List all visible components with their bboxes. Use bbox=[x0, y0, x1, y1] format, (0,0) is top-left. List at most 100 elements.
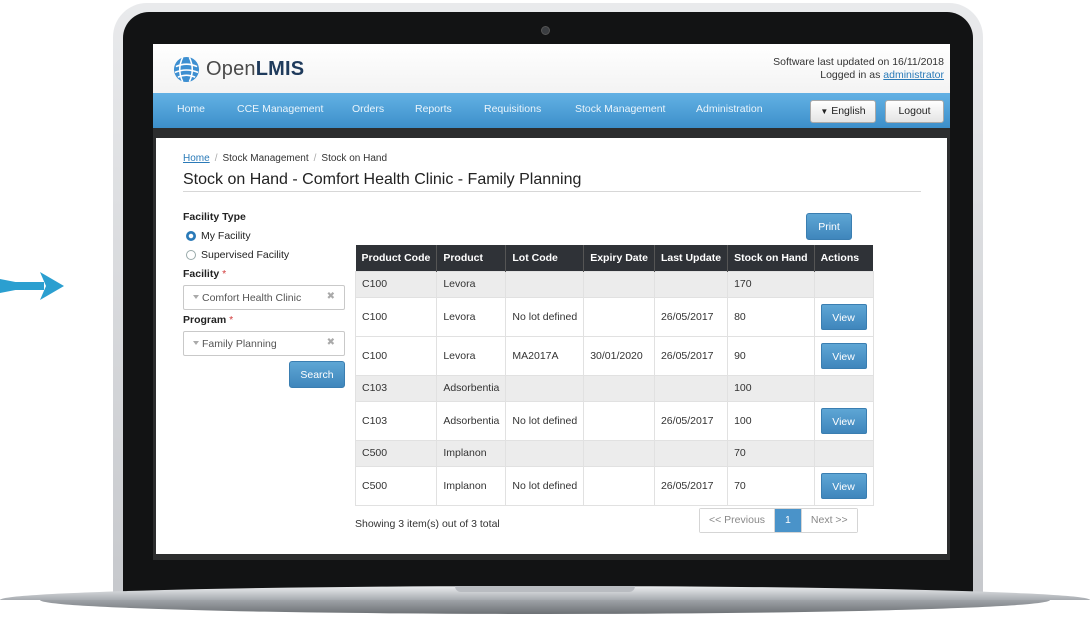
program-label: Program * bbox=[183, 314, 234, 326]
cell-expiry-date bbox=[583, 270, 655, 298]
cell-last-update bbox=[653, 374, 729, 402]
program-select[interactable]: Family Planning ✖ bbox=[183, 331, 345, 356]
logout-button[interactable]: Logout bbox=[885, 100, 944, 123]
cell-product-code: C100 bbox=[354, 296, 438, 337]
cell-lot-code bbox=[505, 439, 585, 467]
cell-stock-on-hand: 100 bbox=[727, 400, 815, 441]
facility-label: Facility * bbox=[183, 268, 227, 280]
globe-logo-icon bbox=[173, 56, 200, 82]
search-button[interactable]: Search bbox=[289, 361, 345, 388]
navbar-divider bbox=[153, 128, 950, 138]
page-button-current[interactable]: 1 bbox=[774, 509, 801, 532]
caret-down-icon bbox=[193, 341, 199, 345]
radio-supervised-facility[interactable]: Supervised Facility bbox=[186, 249, 289, 261]
cell-product-code: C103 bbox=[354, 374, 438, 402]
radio-my-facility-label: My Facility bbox=[201, 230, 251, 242]
cell-product-code: C500 bbox=[354, 465, 438, 506]
view-button[interactable]: View bbox=[820, 303, 867, 330]
cell-actions bbox=[813, 374, 874, 402]
facility-select-value: Comfort Health Clinic bbox=[202, 292, 302, 304]
cell-lot-code bbox=[505, 374, 585, 402]
column-header: Expiry Date bbox=[583, 245, 655, 271]
radio-unchecked-icon bbox=[186, 250, 196, 260]
app-screen: OpenLMIS Software last updated on 16/11/… bbox=[153, 44, 950, 560]
pointer-arrow-icon bbox=[0, 272, 64, 300]
nav-item-reports[interactable]: Reports bbox=[415, 93, 452, 128]
logo-text: OpenLMIS bbox=[206, 57, 305, 80]
column-header: Last Update bbox=[654, 245, 729, 271]
table-row: C500 Implanon No lot defined 26/05/2017 … bbox=[354, 465, 874, 506]
breadcrumb-stock-on-hand: Stock on Hand bbox=[321, 153, 388, 164]
print-button[interactable]: Print bbox=[806, 213, 852, 240]
radio-supervised-facility-label: Supervised Facility bbox=[201, 249, 290, 261]
cell-stock-on-hand: 100 bbox=[727, 374, 815, 402]
cell-actions bbox=[813, 439, 874, 467]
facility-select[interactable]: Comfort Health Clinic ✖ bbox=[183, 285, 345, 310]
header-info: Software last updated on 16/11/2018 Logg… bbox=[773, 56, 944, 82]
table-row: C103 Adsorbentia 100 bbox=[354, 374, 874, 402]
cell-stock-on-hand: 70 bbox=[727, 439, 815, 467]
view-button[interactable]: View bbox=[820, 407, 867, 434]
previous-page-button[interactable]: << Previous bbox=[700, 509, 775, 532]
breadcrumb: Home / Stock Management / Stock on Hand bbox=[183, 153, 388, 164]
caret-down-icon: ▼ bbox=[820, 107, 829, 116]
cell-last-update bbox=[653, 439, 729, 467]
cell-actions: View bbox=[813, 296, 874, 337]
nav-item-stock-management[interactable]: Stock Management bbox=[575, 93, 665, 128]
cell-product-code: C103 bbox=[354, 400, 438, 441]
nav-item-requisitions[interactable]: Requisitions bbox=[484, 93, 541, 128]
cell-product: Levora bbox=[436, 335, 507, 376]
cell-expiry-date bbox=[583, 296, 655, 337]
cell-lot-code: MA2017A bbox=[505, 335, 585, 376]
cell-last-update: 26/05/2017 bbox=[653, 335, 729, 376]
language-label: English bbox=[831, 105, 866, 117]
column-header: Lot Code bbox=[505, 245, 585, 271]
cell-product: Adsorbentia bbox=[436, 400, 507, 441]
table-row: C103 Adsorbentia No lot defined 26/05/20… bbox=[354, 400, 874, 441]
table-row: C100 Levora No lot defined 26/05/2017 80… bbox=[354, 296, 874, 337]
nav-item-home[interactable]: Home bbox=[177, 93, 205, 128]
view-button[interactable]: View bbox=[820, 342, 867, 369]
cell-lot-code: No lot defined bbox=[505, 296, 585, 337]
pagination: << Previous 1 Next >> bbox=[699, 508, 858, 533]
cell-last-update: 26/05/2017 bbox=[653, 465, 729, 506]
view-button[interactable]: View bbox=[820, 472, 867, 499]
cell-lot-code: No lot defined bbox=[505, 465, 585, 506]
cell-expiry-date bbox=[583, 439, 655, 467]
page-title: Stock on Hand - Comfort Health Clinic - … bbox=[183, 171, 582, 188]
stock-on-hand-table: Product Code Product Lot Code Expiry Dat… bbox=[354, 245, 874, 506]
user-link[interactable]: administrator bbox=[883, 69, 944, 81]
table-row: C100 Levora MA2017A 30/01/2020 26/05/201… bbox=[354, 335, 874, 376]
laptop-notch bbox=[455, 586, 635, 592]
cell-actions: View bbox=[813, 400, 874, 441]
language-dropdown[interactable]: ▼ English bbox=[810, 100, 876, 123]
clear-icon[interactable]: ✖ bbox=[327, 337, 335, 348]
next-page-button[interactable]: Next >> bbox=[800, 509, 857, 532]
column-header: Stock on Hand bbox=[727, 245, 815, 271]
cell-last-update: 26/05/2017 bbox=[653, 400, 729, 441]
openlmis-logo[interactable]: OpenLMIS bbox=[173, 55, 304, 83]
column-header: Product bbox=[436, 245, 507, 271]
breadcrumb-home[interactable]: Home bbox=[183, 153, 210, 164]
cell-expiry-date bbox=[583, 465, 655, 506]
cell-product: Levora bbox=[436, 270, 507, 298]
clear-icon[interactable]: ✖ bbox=[327, 291, 335, 302]
cell-product: Implanon bbox=[436, 439, 507, 467]
cell-stock-on-hand: 70 bbox=[727, 465, 815, 506]
cell-stock-on-hand: 90 bbox=[727, 335, 815, 376]
cell-lot-code: No lot defined bbox=[505, 400, 585, 441]
cell-actions bbox=[813, 270, 874, 298]
program-select-value: Family Planning bbox=[202, 338, 277, 350]
cell-stock-on-hand: 80 bbox=[727, 296, 815, 337]
cell-last-update: 26/05/2017 bbox=[653, 296, 729, 337]
table-row: C500 Implanon 70 bbox=[354, 439, 874, 467]
nav-item-administration[interactable]: Administration bbox=[696, 93, 763, 128]
radio-my-facility[interactable]: My Facility bbox=[186, 230, 251, 242]
cell-actions: View bbox=[813, 465, 874, 506]
nav-item-orders[interactable]: Orders bbox=[352, 93, 384, 128]
radio-checked-icon bbox=[186, 231, 196, 241]
table-row: C100 Levora 170 bbox=[354, 270, 874, 298]
nav-item-cce-management[interactable]: CCE Management bbox=[237, 93, 323, 128]
cell-product-code: C100 bbox=[354, 270, 438, 298]
main-content: Home / Stock Management / Stock on Hand Stoc… bbox=[156, 138, 947, 554]
